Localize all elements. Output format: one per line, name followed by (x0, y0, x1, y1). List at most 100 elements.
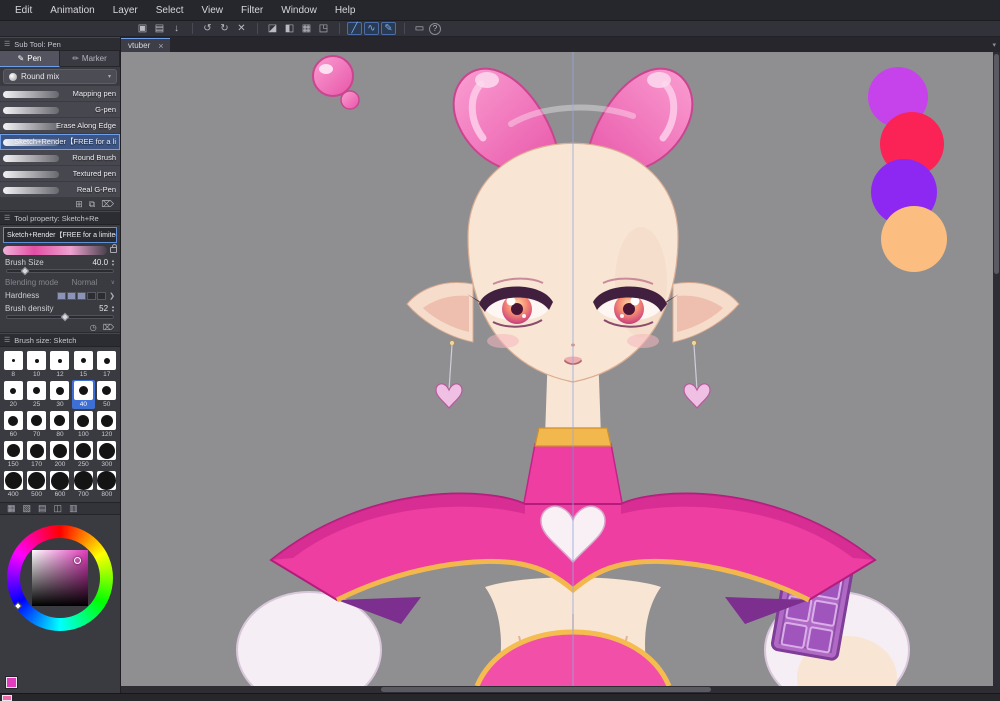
open-file-icon[interactable]: ▤ (152, 22, 167, 35)
brush-size-500[interactable]: 500 (25, 470, 47, 499)
brush-size-700[interactable]: 700 (72, 470, 94, 499)
brush-item-6[interactable]: Real G-Pen (0, 182, 120, 198)
brush-size-800[interactable]: 800 (96, 470, 118, 499)
palette-tab-icon-1[interactable]: ▧ (23, 503, 32, 514)
grid-icon[interactable]: ▦ (299, 22, 314, 35)
tool-property-title: Tool property: Sketch+Re (14, 213, 99, 223)
menu-item-edit[interactable]: Edit (6, 2, 41, 19)
brush-group-round-mix[interactable]: Round mix ▾ (3, 69, 117, 84)
menu-item-animation[interactable]: Animation (41, 2, 103, 19)
brush-size-120[interactable]: 120 (96, 410, 118, 439)
palette-tab-icon-2[interactable]: ▤ (38, 503, 47, 514)
brush-size-150[interactable]: 150 (2, 440, 24, 469)
brush-size-25[interactable]: 25 (25, 380, 47, 409)
brush-size-70[interactable]: 70 (25, 410, 47, 439)
palette-tab-icon-0[interactable]: ▦ (7, 503, 16, 514)
menu-item-help[interactable]: Help (326, 2, 365, 19)
brush-size-label: 150 (7, 461, 19, 468)
chevron-right-icon[interactable]: ❯ (109, 292, 115, 300)
vertical-scrollbar[interactable] (993, 52, 1000, 686)
menu-item-select[interactable]: Select (147, 2, 193, 19)
add-subtool-icon[interactable]: ⊞ (75, 199, 83, 210)
snap-line-icon[interactable]: ╱ (347, 22, 362, 35)
menu-item-layer[interactable]: Layer (104, 2, 147, 19)
snap-pen-icon[interactable]: ✎ (381, 22, 396, 35)
blending-mode-value[interactable]: Normal (72, 278, 98, 287)
snap-curve-icon[interactable]: ∿ (364, 22, 379, 35)
lock-icon[interactable] (110, 244, 117, 253)
brush-size-60[interactable]: 60 (2, 410, 24, 439)
eraser-icon[interactable]: ◪ (265, 22, 280, 35)
history-icon[interactable]: ◷ (90, 323, 97, 332)
brush-size-12[interactable]: 12 (49, 350, 71, 379)
reset-icon[interactable]: ⌦ (103, 323, 114, 332)
canvas-artwork[interactable] (121, 52, 993, 686)
clear-icon[interactable]: ✕ (234, 22, 249, 35)
brush-size-17[interactable]: 17 (96, 350, 118, 379)
transform-icon[interactable]: ◳ (316, 22, 331, 35)
stepper-icon[interactable]: ▲ ▼ (111, 304, 115, 313)
color-indicator[interactable] (74, 557, 81, 564)
palette-tab-icon-3[interactable]: ◫ (54, 503, 63, 514)
ruler-icon[interactable]: ▭ (412, 22, 427, 35)
brush-size-slider[interactable] (6, 266, 114, 276)
brush-size-20[interactable]: 20 (2, 380, 24, 409)
undo-icon[interactable]: ↺ (200, 22, 215, 35)
hardness-row[interactable]: Hardness ❯ (0, 289, 120, 302)
brush-density-row[interactable]: Brush density 52 ▲ ▼ (0, 302, 120, 315)
tab-marker[interactable]: ✏ Marker (60, 51, 120, 67)
brush-item-3[interactable]: Sketch+Render【FREE for a li (0, 134, 120, 150)
fill-icon[interactable]: ◧ (282, 22, 297, 35)
brush-size-panel-header[interactable]: ☰ Brush size: Sketch (0, 333, 120, 347)
brush-size-10[interactable]: 10 (25, 350, 47, 379)
selected-preset[interactable]: Sketch+Render【FREE for a limited time】 (3, 227, 117, 243)
brush-size-300[interactable]: 300 (96, 440, 118, 469)
brush-size-200[interactable]: 200 (49, 440, 71, 469)
menu-item-view[interactable]: View (193, 2, 233, 19)
stepper-icon[interactable]: ▲ ▼ (111, 258, 115, 267)
blending-mode-row[interactable]: Blending mode Normal ∨ (0, 276, 120, 289)
subtool-panel-header[interactable]: ☰ Sub Tool: Pen (0, 37, 120, 51)
brush-size-15[interactable]: 15 (72, 350, 94, 379)
menubar: Edit Animation Layer Select View Filter Window… (0, 0, 1000, 21)
brush-size-8[interactable]: 8 (2, 350, 24, 379)
paint-swatch-3[interactable] (881, 206, 947, 272)
brush-size-400[interactable]: 400 (2, 470, 24, 499)
brush-size-40[interactable]: 40 (72, 380, 95, 409)
canvas-viewport[interactable] (121, 52, 993, 686)
brush-size-swatch (3, 381, 23, 400)
new-file-icon[interactable]: ▣ (135, 22, 150, 35)
brush-size-170[interactable]: 170 (25, 440, 47, 469)
delete-subtool-icon[interactable]: ⌦ (101, 199, 114, 210)
menu-item-window[interactable]: Window (272, 2, 326, 19)
duplicate-subtool-icon[interactable]: ⧉ (89, 199, 95, 210)
palette-tab-icon-4[interactable]: ▥ (69, 503, 78, 514)
brush-size-row[interactable]: Brush Size 40.0 ▲ ▼ (0, 256, 120, 269)
current-color-chip[interactable] (6, 677, 17, 688)
brush-item-5[interactable]: Textured pen (0, 166, 120, 182)
help-icon[interactable]: ? (429, 22, 441, 35)
save-icon[interactable]: ↓ (169, 22, 184, 35)
brush-item-1[interactable]: G-pen (0, 102, 120, 118)
brush-size-30[interactable]: 30 (49, 380, 71, 409)
close-tab-icon[interactable]: × (158, 41, 163, 51)
brush-size-250[interactable]: 250 (72, 440, 94, 469)
brush-size-50[interactable]: 50 (96, 380, 118, 409)
brush-size-value[interactable]: 40.0 (92, 258, 108, 267)
horizontal-scrollbar[interactable] (121, 686, 1000, 693)
brush-density-slider[interactable] (6, 312, 114, 322)
brush-size-600[interactable]: 600 (49, 470, 71, 499)
redo-icon[interactable]: ↻ (217, 22, 232, 35)
brush-item-4[interactable]: Round Brush (0, 150, 120, 166)
tool-property-header[interactable]: ☰ Tool property: Sketch+Re (0, 211, 120, 225)
brush-item-0[interactable]: Mapping pen (0, 86, 120, 102)
brush-size-80[interactable]: 80 (49, 410, 71, 439)
tab-list-icon[interactable]: ▾ (992, 41, 996, 49)
brush-item-2[interactable]: Erase Along Edge (0, 118, 120, 134)
brush-size-100[interactable]: 100 (72, 410, 94, 439)
hardness-slider[interactable] (57, 291, 107, 300)
brush-density-value[interactable]: 52 (99, 304, 108, 313)
document-tab-vtuber[interactable]: vtuber × (121, 38, 170, 52)
menu-item-filter[interactable]: Filter (232, 2, 272, 19)
tab-pen[interactable]: ✎ Pen (0, 51, 60, 67)
